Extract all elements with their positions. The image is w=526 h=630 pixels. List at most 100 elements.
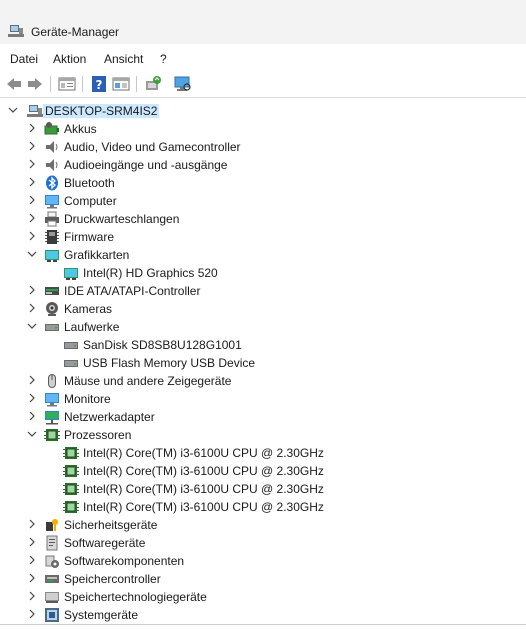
tree-item[interactable]: Druckwarteschlangen	[0, 210, 520, 228]
tree-item[interactable]: Intel(R) HD Graphics 520	[0, 264, 520, 282]
tree-item[interactable]: Kameras	[0, 300, 520, 318]
chevron-down-icon[interactable]	[26, 248, 38, 260]
tree-item-label: Speichertechnologiegeräte	[64, 590, 207, 604]
chevron-right-icon[interactable]	[26, 176, 38, 188]
cpu-icon	[44, 429, 60, 441]
menu-help[interactable]: ?	[160, 52, 167, 66]
tree-item-label: Akkus	[64, 122, 97, 136]
security-key-icon	[46, 519, 58, 531]
tree-item-label: Softwarekomponenten	[64, 554, 185, 568]
chevron-right-icon[interactable]	[26, 302, 38, 314]
device-tree[interactable]: DESKTOP-SRM4IS2 Akkus Audio, Video und Gam…	[0, 99, 526, 630]
chevron-down-icon[interactable]	[7, 104, 19, 116]
tree-item[interactable]: Monitore	[0, 390, 520, 408]
tree-item[interactable]: Sicherheitsgeräte	[0, 516, 520, 534]
chevron-right-icon[interactable]	[26, 158, 38, 170]
tree-item-label: Sicherheitsgeräte	[64, 518, 158, 532]
properties-icon[interactable]	[58, 75, 76, 93]
chevron-right-icon[interactable]	[26, 284, 38, 296]
printer-icon	[45, 211, 59, 227]
menu-bar: Datei Aktion Ansicht ?	[0, 48, 526, 70]
menu-ansicht[interactable]: Ansicht	[104, 52, 143, 66]
drive-icon	[45, 324, 59, 331]
tree-item-label: Bluetooth	[64, 176, 115, 190]
tree-item-label: Intel(R) Core(TM) i3-6100U CPU @ 2.30GHz	[83, 464, 324, 478]
tree-item[interactable]: Softwaregeräte	[0, 534, 520, 552]
display-adapter-icon	[64, 268, 78, 280]
camera-icon	[46, 302, 58, 316]
tree-item[interactable]: Audioeingänge und -ausgänge	[0, 156, 520, 174]
tree-item[interactable]: Mäuse und andere Zeigegeräte	[0, 372, 520, 390]
chevron-down-icon[interactable]	[26, 428, 38, 440]
window-title: Geräte-Manager	[31, 25, 120, 39]
tree-item[interactable]: Netzwerkadapter	[0, 408, 520, 426]
tree-item-label: Mäuse und andere Zeigegeräte	[64, 374, 232, 388]
bottom-border	[0, 624, 526, 625]
tree-item[interactable]: Bluetooth	[0, 174, 520, 192]
update-driver-icon[interactable]	[144, 75, 162, 93]
tree-item[interactable]: Akkus	[0, 120, 520, 138]
chevron-right-icon[interactable]	[26, 410, 38, 422]
tree-item[interactable]: Intel(R) Core(TM) i3-6100U CPU @ 2.30GHz	[0, 498, 520, 516]
chevron-right-icon[interactable]	[26, 518, 38, 530]
tree-item-label: Audioeingänge und -ausgänge	[64, 158, 228, 172]
tree-item[interactable]: Intel(R) Core(TM) i3-6100U CPU @ 2.30GHz	[0, 480, 520, 498]
computer-root-icon	[27, 105, 43, 117]
chevron-right-icon[interactable]	[26, 392, 38, 404]
chevron-right-icon[interactable]	[26, 122, 38, 134]
bluetooth-icon	[46, 175, 58, 191]
chevron-right-icon[interactable]	[26, 554, 38, 566]
forward-icon[interactable]	[26, 75, 44, 93]
chevron-right-icon[interactable]	[26, 572, 38, 584]
cpu-icon	[63, 447, 79, 459]
mouse-icon	[48, 374, 56, 388]
tree-item-label: Intel(R) Core(TM) i3-6100U CPU @ 2.30GHz	[83, 482, 324, 496]
tree-item-label: Speichercontroller	[64, 572, 161, 586]
tree-item[interactable]: IDE ATA/ATAPI-Controller	[0, 282, 520, 300]
tree-item[interactable]: Audio, Video und Gamecontroller	[0, 138, 520, 156]
tree-item[interactable]: Computer	[0, 192, 520, 210]
tree-item[interactable]: Prozessoren	[0, 426, 520, 444]
software-device-icon	[46, 535, 58, 551]
drive-icon	[64, 360, 78, 367]
tree-item-label: Computer	[64, 194, 117, 208]
menu-aktion[interactable]: Aktion	[53, 52, 86, 66]
tree-item-label: Softwaregeräte	[64, 536, 146, 550]
tree-item[interactable]: Firmware	[0, 228, 520, 246]
chevron-right-icon[interactable]	[26, 212, 38, 224]
chevron-right-icon[interactable]	[26, 374, 38, 386]
speaker-icon	[46, 141, 58, 153]
tree-item[interactable]: Speichertechnologiegeräte	[0, 588, 520, 606]
toolbar-separator	[82, 76, 83, 92]
tree-item-label: Monitore	[64, 392, 111, 406]
cpu-icon	[63, 465, 79, 477]
chevron-right-icon[interactable]	[26, 140, 38, 152]
tree-item-label: Intel(R) Core(TM) i3-6100U CPU @ 2.30GHz	[83, 500, 324, 514]
chevron-right-icon[interactable]	[26, 230, 38, 242]
tree-item-label: DESKTOP-SRM4IS2	[43, 104, 160, 118]
tree-item[interactable]: Intel(R) Core(TM) i3-6100U CPU @ 2.30GHz	[0, 444, 520, 462]
tree-item[interactable]: Speichercontroller	[0, 570, 520, 588]
tree-item[interactable]: USB Flash Memory USB Device	[0, 354, 520, 372]
view-icon[interactable]	[112, 75, 130, 93]
toolbar-separator	[50, 76, 51, 92]
chevron-right-icon[interactable]	[26, 536, 38, 548]
menu-datei[interactable]: Datei	[10, 52, 38, 66]
tree-item[interactable]: DESKTOP-SRM4IS2	[0, 102, 520, 120]
tree-item[interactable]: Intel(R) Core(TM) i3-6100U CPU @ 2.30GHz	[0, 462, 520, 480]
back-icon[interactable]	[5, 75, 23, 93]
chevron-right-icon[interactable]	[26, 194, 38, 206]
tree-item[interactable]: Softwarekomponenten	[0, 552, 520, 570]
tree-item[interactable]: Systemgeräte	[0, 606, 520, 624]
tree-item-label: USB Flash Memory USB Device	[83, 356, 256, 370]
help-icon[interactable]: ?	[90, 75, 108, 93]
chevron-right-icon[interactable]	[26, 608, 38, 620]
tree-item[interactable]: Grafikkarten	[0, 246, 520, 264]
chevron-down-icon[interactable]	[26, 320, 38, 332]
scan-hardware-icon[interactable]	[174, 75, 192, 93]
chevron-right-icon[interactable]	[26, 590, 38, 602]
memory-tech-icon	[45, 592, 59, 603]
tree-item[interactable]: SanDisk SD8SB8U128G1001	[0, 336, 520, 354]
system-device-icon	[45, 608, 59, 622]
tree-item[interactable]: Laufwerke	[0, 318, 520, 336]
